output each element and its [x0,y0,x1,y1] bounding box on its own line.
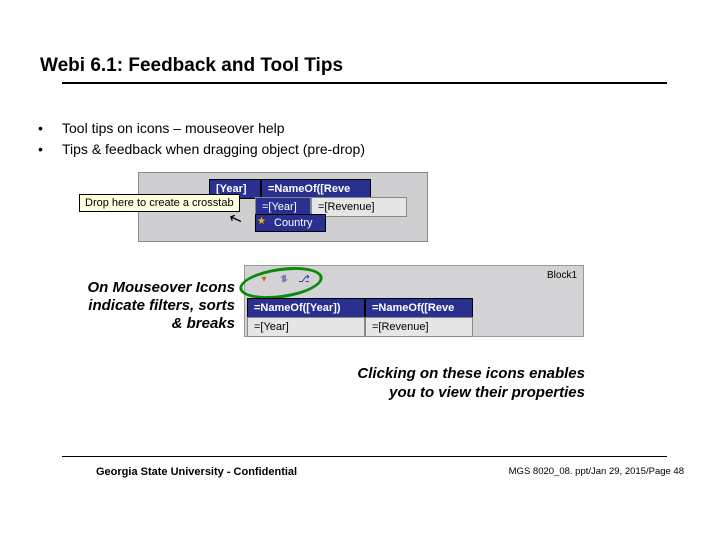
bullet-dot: • [38,139,62,160]
caption-line: Clicking on these icons enables [275,365,585,384]
bullet-dot: • [38,118,62,139]
bullet-text: Tips & feedback when dragging object (pr… [62,139,365,160]
cursor-icon: ↖ [226,207,245,230]
bullet-item: • Tool tips on icons – mouseover help [38,118,365,139]
data-cell: =[Revenue] [365,317,473,337]
table-header-row: [Year] =NameOf([Reve [209,179,427,199]
table-row: =[Year] =[Revenue] [247,317,473,337]
footer-page-info: MGS 8020_08. ppt/Jan 29, 2015/Page 48 [509,466,684,477]
screenshot-icon-indicators: Block1 ▾ ⥮ ⎇ =NameOf([Year]) =NameOf([Re… [244,265,584,337]
bullet-text: Tool tips on icons – mouseover help [62,118,285,139]
caption-line: On Mouseover Icons [60,279,235,297]
table-header-row: =NameOf([Year]) =NameOf([Reve [247,298,473,318]
star-icon: ★ [257,216,266,227]
slide-title: Webi 6.1: Feedback and Tool Tips [40,55,343,77]
bullet-item: • Tips & feedback when dragging object (… [38,139,365,160]
caption-click: Clicking on these icons enables you to v… [275,365,585,403]
header-cell: =NameOf([Reve [365,298,473,318]
data-cell: =[Year] [247,317,365,337]
footer-confidential: Georgia State University - Confidential [96,466,297,478]
caption-mouseover: On Mouseover Icons indicate filters, sor… [60,279,235,333]
caption-line: indicate filters, sorts [60,297,235,315]
header-cell: =NameOf([Year]) [247,298,365,318]
caption-line: you to view their properties [275,384,585,403]
slide: Webi 6.1: Feedback and Tool Tips • Tool … [0,0,720,540]
footer-rule [62,456,667,457]
title-rule [62,82,667,84]
header-cell: =NameOf([Reve [261,179,371,199]
screenshot-drag-feedback: [Year] =NameOf([Reve =[Year] =[Revenue] … [138,172,428,242]
block-label: Block1 [547,270,577,281]
tooltip: Drop here to create a crosstab [79,194,240,212]
bullet-list: • Tool tips on icons – mouseover help • … [38,118,365,160]
caption-line: & breaks [60,315,235,333]
